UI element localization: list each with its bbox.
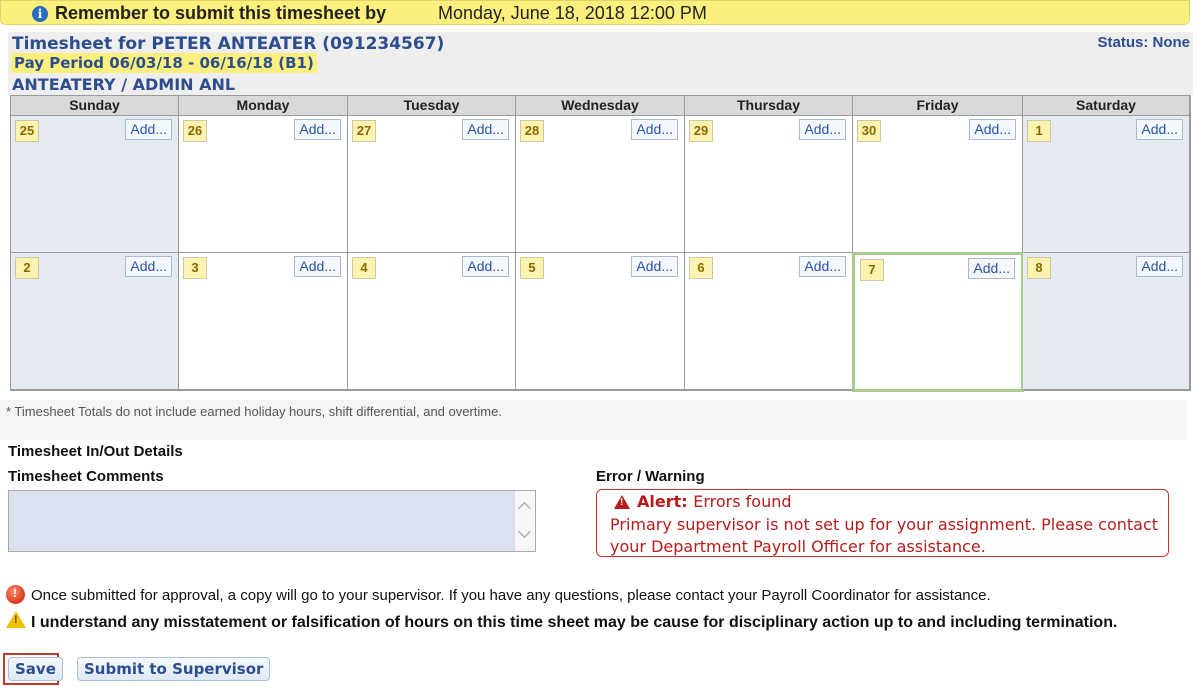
day-number: 1	[1027, 120, 1051, 142]
day-cell[interactable]: 4 Add...	[348, 253, 516, 390]
acknowledgement-text: I understand any misstatement or falsifi…	[31, 614, 1118, 631]
add-entry-button[interactable]: Add...	[969, 119, 1016, 140]
alert-box: ! Alert: Errors found Primary supervisor…	[596, 489, 1169, 557]
add-entry-button[interactable]: Add...	[1136, 119, 1183, 140]
pay-period: Pay Period 06/03/18 - 06/16/18 (B1)	[11, 53, 317, 73]
day-cell[interactable]: 27 Add...	[348, 116, 516, 253]
timesheet-calendar: Sunday Monday Tuesday Wednesday Thursday Frid…	[10, 95, 1191, 392]
day-number: 26	[183, 120, 207, 142]
day-number: 5	[520, 257, 544, 279]
deadline-prefix: Remember to submit this timesheet by	[55, 3, 387, 23]
timesheet-header: Timesheet for PETER ANTEATER (091234567)…	[8, 32, 1193, 95]
add-entry-button[interactable]: Add...	[799, 119, 846, 140]
save-button[interactable]: Save	[8, 657, 63, 681]
day-cell[interactable]: 7 Add...	[852, 252, 1024, 392]
error-circle-icon	[6, 585, 25, 604]
add-entry-button[interactable]: Add...	[631, 256, 678, 277]
day-number: 8	[1027, 257, 1051, 279]
alert-title: Alert: Errors found	[637, 492, 792, 511]
warning-icon	[6, 611, 26, 628]
day-number: 2	[15, 257, 39, 279]
add-entry-button[interactable]: Add...	[462, 119, 509, 140]
add-entry-button[interactable]: Add...	[125, 119, 172, 140]
add-entry-button[interactable]: Add...	[294, 119, 341, 140]
add-entry-button[interactable]: Add...	[968, 258, 1015, 279]
submit-to-supervisor-button[interactable]: Submit to Supervisor	[77, 657, 271, 681]
comments-title: Timesheet Comments	[8, 468, 164, 485]
day-header-sunday: Sunday	[11, 96, 179, 116]
day-cell[interactable]: 30 Add...	[853, 116, 1023, 253]
totals-note: * Timesheet Totals do not include earned…	[6, 404, 502, 419]
scroll-down-icon[interactable]	[518, 525, 531, 538]
day-number: 3	[183, 257, 207, 279]
scroll-up-icon[interactable]	[518, 502, 531, 515]
day-cell[interactable]: 1 Add...	[1023, 116, 1190, 253]
day-header-tuesday: Tuesday	[348, 96, 516, 116]
day-header-friday: Friday	[853, 96, 1023, 116]
comments-scrollbar[interactable]	[514, 491, 535, 551]
alert-triangle-icon: !	[614, 495, 630, 509]
alert-summary: Errors found	[693, 492, 792, 511]
day-header-monday: Monday	[179, 96, 348, 116]
deadline-banner: i Remember to submit this timesheet by M…	[0, 0, 1190, 25]
day-number: 4	[352, 257, 376, 279]
day-cell[interactable]: 8 Add...	[1023, 253, 1190, 390]
day-cell[interactable]: 25 Add...	[11, 116, 179, 253]
add-entry-button[interactable]: Add...	[799, 256, 846, 277]
add-entry-button[interactable]: Add...	[631, 119, 678, 140]
error-warning-title: Error / Warning	[596, 468, 705, 485]
day-number: 30	[857, 120, 881, 142]
alert-label: Alert:	[637, 492, 688, 511]
day-number: 28	[520, 120, 544, 142]
day-cell[interactable]: 3 Add...	[179, 253, 348, 390]
day-header-saturday: Saturday	[1023, 96, 1190, 116]
day-number: 7	[860, 259, 884, 281]
status-label: Status: None	[1097, 34, 1190, 51]
day-number: 25	[15, 120, 39, 142]
add-entry-button[interactable]: Add...	[462, 256, 509, 277]
deadline-date: Monday, June 18, 2018 12:00 PM	[438, 3, 707, 23]
day-cell[interactable]: 28 Add...	[516, 116, 685, 253]
add-entry-button[interactable]: Add...	[294, 256, 341, 277]
approval-notice: Once submitted for approval, a copy will…	[6, 585, 991, 604]
employee-title: Timesheet for PETER ANTEATER (091234567)	[12, 34, 445, 54]
day-header-thursday: Thursday	[685, 96, 853, 116]
comments-textarea[interactable]	[8, 490, 536, 552]
day-header-wednesday: Wednesday	[516, 96, 685, 116]
approval-text: Once submitted for approval, a copy will…	[31, 587, 991, 604]
add-entry-button[interactable]: Add...	[1136, 256, 1183, 277]
add-entry-button[interactable]: Add...	[125, 256, 172, 277]
day-number: 27	[352, 120, 376, 142]
acknowledgement-notice: I understand any misstatement or falsifi…	[6, 611, 1117, 632]
alert-message: Primary supervisor is not set up for you…	[610, 515, 1159, 556]
info-icon: i	[32, 6, 48, 22]
department-label: ANTEATERY / ADMIN ANL	[12, 75, 236, 94]
day-cell[interactable]: 29 Add...	[685, 116, 853, 253]
day-cell[interactable]: 2 Add...	[11, 253, 179, 390]
day-number: 6	[689, 257, 713, 279]
inout-details-title[interactable]: Timesheet In/Out Details	[8, 443, 183, 460]
day-cell[interactable]: 5 Add...	[516, 253, 685, 390]
day-cell[interactable]: 6 Add...	[685, 253, 853, 390]
day-number: 29	[689, 120, 713, 142]
day-cell[interactable]: 26 Add...	[179, 116, 348, 253]
